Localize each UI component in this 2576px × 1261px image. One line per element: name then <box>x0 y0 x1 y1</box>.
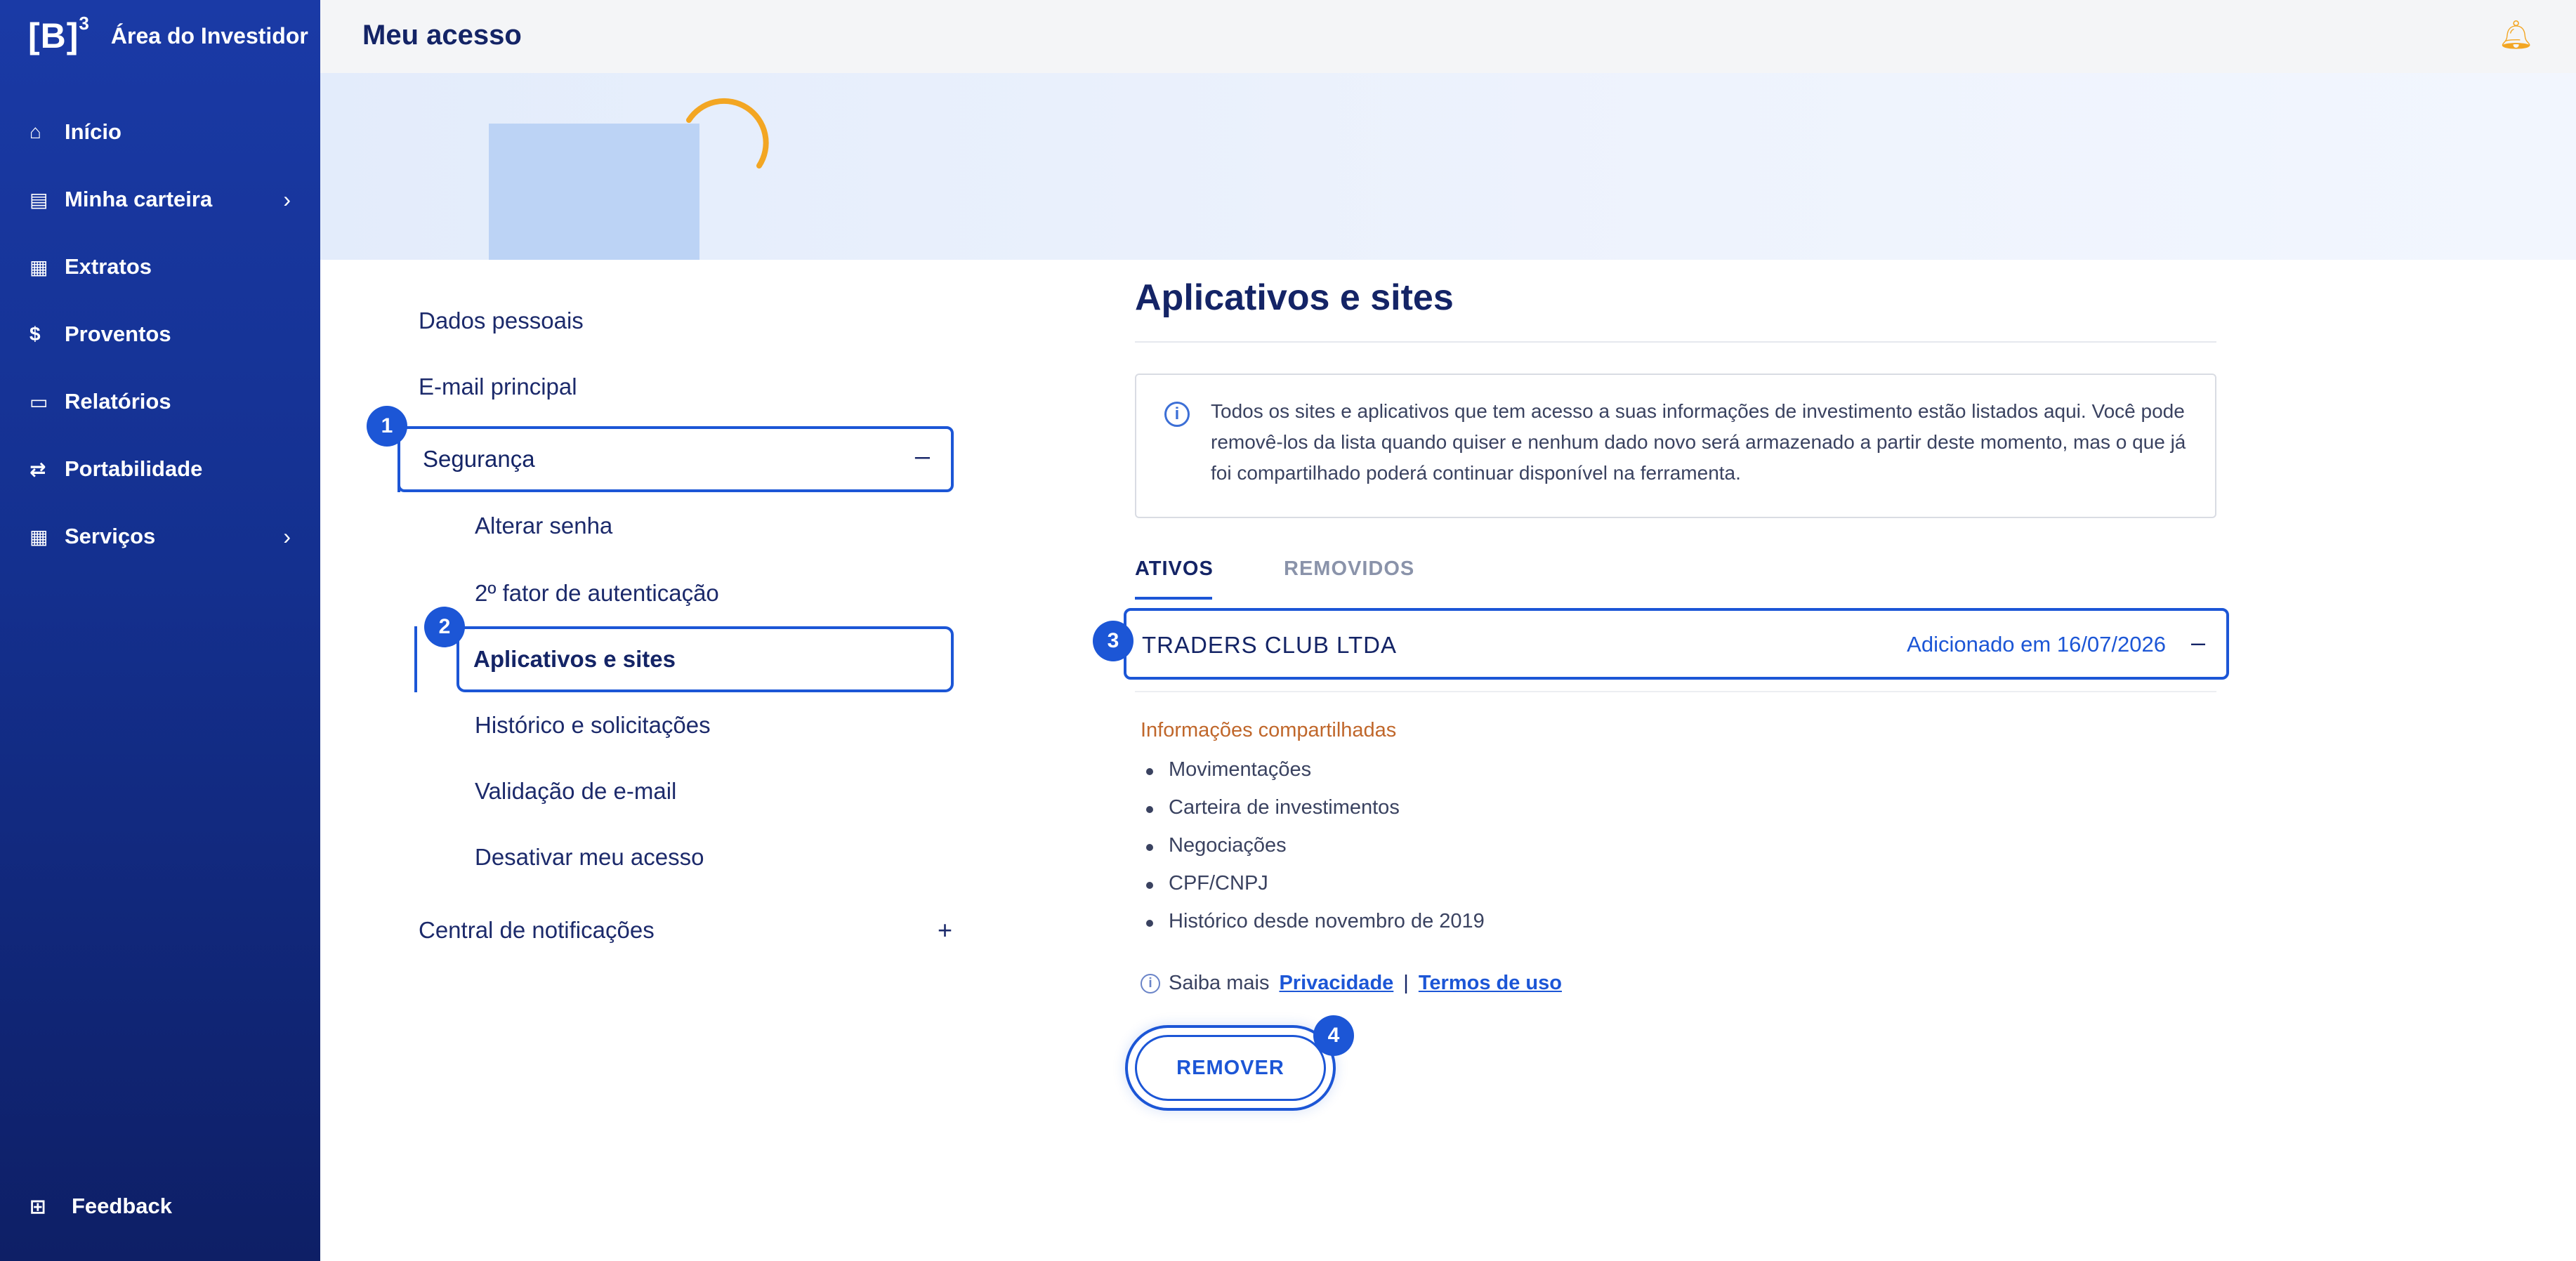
app-divider <box>1135 691 2216 692</box>
shared-info-list: Movimentações Carteira de investimentos … <box>1141 758 1485 948</box>
sidebar-item-minha-carteira[interactable]: ▤ Minha carteira › <box>0 166 320 233</box>
wallet-icon: ▤ <box>29 188 48 211</box>
expand-icon: + <box>937 916 952 944</box>
list-item: Movimentações <box>1141 758 1485 796</box>
sidebar-item-proventos[interactable]: $ Proventos <box>0 301 320 368</box>
menu-subitem-segundo-fator[interactable]: 2º fator de autenticação <box>475 580 719 607</box>
app-added-date: Adicionado em 16/07/2026 <box>1907 632 2166 656</box>
menu-subitem-desativar[interactable]: Desativar meu acesso <box>475 844 704 871</box>
info-notice: i Todos os sites e aplicativos que tem a… <box>1135 374 2216 518</box>
link-separator: | <box>1403 972 1409 994</box>
menu-subitem-validacao[interactable]: Validação de e-mail <box>475 778 676 805</box>
active-subitem-indicator <box>414 626 417 692</box>
terms-link[interactable]: Termos de uso <box>1419 972 1562 995</box>
sidebar-item-label: Relatórios <box>65 389 171 414</box>
sidebar-item-label: Portabilidade <box>65 456 203 481</box>
page-title: Meu acesso <box>362 20 522 51</box>
top-header: Meu acesso 🔔︎ <box>320 0 2576 73</box>
feedback-icon: ⊞ <box>29 1195 46 1217</box>
active-tab-underline <box>1135 597 1212 600</box>
feedback-button[interactable]: ⊞ Feedback <box>29 1194 172 1219</box>
sidebar-item-label: Início <box>65 119 121 144</box>
shared-info-title: Informações compartilhadas <box>1141 719 1397 741</box>
chevron-right-icon: › <box>283 186 291 212</box>
menu-item-label: Segurança <box>423 446 535 472</box>
list-item: Carteira de investimentos <box>1141 796 1485 834</box>
collapse-icon: – <box>2190 628 2205 656</box>
menu-subitem-historico[interactable]: Histórico e solicitações <box>475 712 711 739</box>
sidebar-item-servicos[interactable]: ▦ Serviços › <box>0 503 320 570</box>
sidebar-item-label: Proventos <box>65 322 171 346</box>
menu-item-dados-pessoais[interactable]: Dados pessoais <box>419 308 584 334</box>
sidebar-item-label: Extratos <box>65 254 152 279</box>
b3-logo[interactable]: [B]3 Área do Investidor <box>28 13 308 56</box>
sidebar-item-label: Minha carteira <box>65 187 213 211</box>
logo-mark: [B]3 <box>28 13 90 55</box>
list-item: Negociações <box>1141 834 1485 872</box>
app-name: Área do Investidor <box>110 22 308 48</box>
step-badge-3: 3 <box>1093 621 1133 661</box>
step-badge-2: 2 <box>424 607 465 647</box>
menu-item-label: Central de notificações <box>419 917 655 943</box>
menu-subitem-aplicativos[interactable]: Aplicativos e sites <box>456 626 954 692</box>
learn-more-links: i Saiba mais Privacidade | Termos de uso <box>1141 972 1562 995</box>
step-badge-1: 1 <box>367 406 407 447</box>
remove-button[interactable]: REMOVER <box>1135 1035 1326 1101</box>
app-accordion-header[interactable]: TRADERS CLUB LTDA Adicionado em 16/07/20… <box>1124 608 2229 680</box>
info-text: Todos os sites e aplicativos que tem ace… <box>1211 400 2186 484</box>
feedback-label: Feedback <box>72 1194 173 1218</box>
remove-button-focus-ring: REMOVER <box>1125 1025 1336 1111</box>
banner <box>320 73 2576 260</box>
menu-item-seguranca[interactable]: Segurança – <box>397 426 954 492</box>
step-badge-4: 4 <box>1313 1015 1354 1056</box>
sidebar-item-extratos[interactable]: ▦ Extratos <box>0 233 320 301</box>
chevron-right-icon: › <box>283 523 291 549</box>
bell-icon[interactable]: 🔔︎ <box>2498 18 2534 51</box>
banner-illustration-rect <box>489 124 699 260</box>
menu-item-email-principal[interactable]: E-mail principal <box>419 374 577 400</box>
sidebar-item-relatorios[interactable]: ▭ Relatórios <box>0 368 320 435</box>
saiba-mais-label: Saiba mais <box>1169 972 1270 994</box>
transfer-icon: ⇄ <box>29 458 46 480</box>
menu-item-central-notificacoes[interactable]: Central de notificações + <box>419 916 952 944</box>
collapse-icon: – <box>914 442 930 471</box>
sidebar: [B]3 Área do Investidor ⌂ Início ▤ Minha… <box>0 0 320 1261</box>
home-icon: ⌂ <box>29 121 41 143</box>
status-tabs: ATIVOS REMOVIDOS <box>1135 557 2216 601</box>
tab-ativos[interactable]: ATIVOS <box>1135 557 1214 581</box>
app-name: TRADERS CLUB LTDA <box>1142 632 1397 658</box>
list-item: Histórico desde novembro de 2019 <box>1141 910 1485 948</box>
info-icon: i <box>1164 402 1190 427</box>
sidebar-item-label: Serviços <box>65 524 156 548</box>
grid-icon: ▦ <box>29 256 48 278</box>
dollar-icon: $ <box>29 323 41 345</box>
menu-subitem-alterar-senha[interactable]: Alterar senha <box>475 513 612 539</box>
list-item: CPF/CNPJ <box>1141 872 1485 910</box>
tab-removidos[interactable]: REMOVIDOS <box>1284 557 1414 581</box>
title-divider <box>1135 341 2216 343</box>
section-title: Aplicativos e sites <box>1135 277 1454 318</box>
banner-illustration-arc <box>686 98 769 169</box>
report-icon: ▭ <box>29 390 48 413</box>
grid-icon: ▦ <box>29 525 48 548</box>
sidebar-nav: ⌂ Início ▤ Minha carteira › ▦ Extratos $… <box>0 98 320 570</box>
info-icon: i <box>1141 973 1160 993</box>
privacy-link[interactable]: Privacidade <box>1279 972 1393 995</box>
menu-subitem-label: Aplicativos e sites <box>473 646 676 672</box>
sidebar-item-portabilidade[interactable]: ⇄ Portabilidade <box>0 435 320 503</box>
sidebar-item-inicio[interactable]: ⌂ Início <box>0 98 320 166</box>
